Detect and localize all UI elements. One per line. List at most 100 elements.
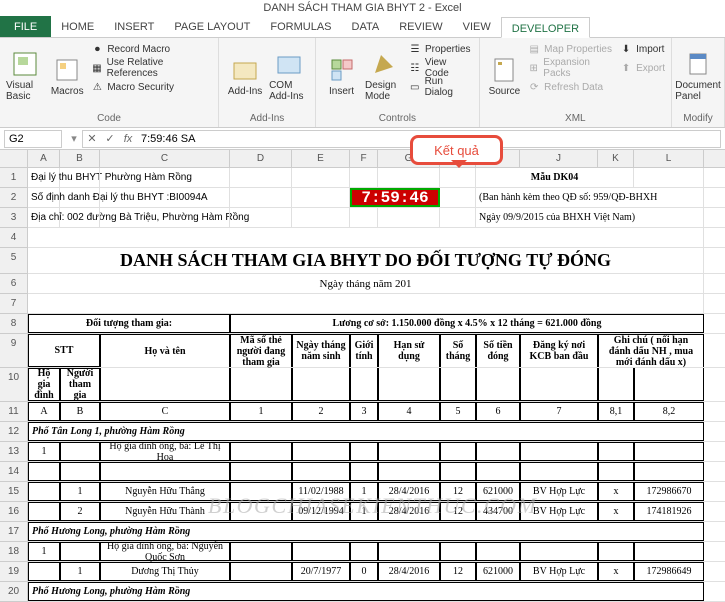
tab-page-layout[interactable]: PAGE LAYOUT [164, 16, 260, 37]
cell[interactable]: 28/4/2016 [378, 482, 440, 501]
row-5[interactable]: 5 [0, 248, 28, 274]
cell[interactable]: 0 [350, 562, 378, 581]
cell[interactable]: 12 [440, 482, 476, 501]
hdr-hoten[interactable]: Họ và tên [100, 334, 230, 367]
fx-icon[interactable]: fx [119, 133, 137, 145]
name-box[interactable] [4, 130, 62, 148]
hdr-hogd[interactable]: Hộ gia đình [28, 368, 60, 401]
col-A[interactable]: A [28, 150, 60, 167]
addins-button[interactable]: Add-Ins [225, 40, 265, 112]
cell[interactable]: 3 [350, 402, 378, 421]
row-4[interactable]: 4 [0, 228, 28, 248]
properties-button[interactable]: ☰Properties [408, 40, 473, 58]
cell[interactable]: BV Hợp Lực [520, 502, 598, 521]
row-16[interactable]: 16 [0, 502, 28, 522]
cell[interactable]: 1 [28, 442, 60, 461]
cancel-formula-icon[interactable]: ✕ [83, 132, 101, 145]
cell[interactable]: Nguyễn Hữu Thành [100, 502, 230, 521]
cell[interactable]: 12 [440, 562, 476, 581]
row-1[interactable]: 1 [0, 168, 28, 188]
relative-refs-button[interactable]: ▦Use Relative References [90, 59, 212, 77]
tab-home[interactable]: HOME [51, 16, 104, 37]
record-macro-button[interactable]: ⏺Record Macro [90, 40, 212, 58]
tab-review[interactable]: REVIEW [389, 16, 452, 37]
macros-button[interactable]: Macros [48, 40, 86, 112]
hdr-stt[interactable]: STT [28, 334, 100, 367]
row-11[interactable]: 11 [0, 402, 28, 422]
cell[interactable]: 2 [292, 402, 350, 421]
col-C[interactable]: C [100, 150, 230, 167]
col-L[interactable]: L [634, 150, 704, 167]
row-15[interactable]: 15 [0, 482, 28, 502]
cell[interactable]: 1 [230, 402, 292, 421]
cell[interactable]: A [28, 402, 60, 421]
row-17[interactable]: 17 [0, 522, 28, 542]
section-3[interactable]: Phố Hương Long, phường Hàm Rồng [28, 582, 704, 601]
cell[interactable]: 28/4/2016 [378, 562, 440, 581]
document-panel-button[interactable]: Document Panel [678, 40, 718, 112]
row-10[interactable]: 10 [0, 368, 28, 402]
hdr-ngaysinh[interactable]: Ngày tháng năm sinh [292, 334, 350, 367]
cell[interactable]: 09/12/1994 [292, 502, 350, 521]
cell[interactable]: 1 [28, 542, 60, 561]
run-dialog-button[interactable]: ▭Run Dialog [408, 78, 473, 96]
cell[interactable]: 172986649 [634, 562, 704, 581]
cell[interactable]: 11/02/1988 [292, 482, 350, 501]
insert-control-button[interactable]: Insert [322, 40, 361, 112]
cell[interactable]: 621000 [476, 482, 520, 501]
cell[interactable]: 8,1 [598, 402, 634, 421]
hdr-maso[interactable]: Mã số thẻ người đang tham gia [230, 334, 292, 367]
hdr-nguoi[interactable]: Người tham gia [60, 368, 100, 401]
macro-security-button[interactable]: ⚠Macro Security [90, 78, 212, 96]
section-1[interactable]: Phố Tân Long 1, phường Hàm Rồng [28, 422, 704, 441]
grid[interactable]: BLOGCHIASEKIENTHUC.COM Đại lý thu BHYT P… [28, 168, 725, 602]
tab-view[interactable]: VIEW [453, 16, 501, 37]
col-B[interactable]: B [60, 150, 100, 167]
enter-formula-icon[interactable]: ✓ [101, 132, 119, 145]
cell[interactable]: Ngày tháng năm 201 [28, 274, 704, 293]
row-19[interactable]: 19 [0, 562, 28, 582]
row-13[interactable]: 13 [0, 442, 28, 462]
cell[interactable]: Hộ gia đình ông, bà: Lê Thị Hoa [100, 442, 230, 461]
cell[interactable]: 172986670 [634, 482, 704, 501]
cell[interactable]: 1 [60, 562, 100, 581]
cell[interactable]: x [598, 562, 634, 581]
cell[interactable]: B [60, 402, 100, 421]
cell[interactable]: C [100, 402, 230, 421]
col-K[interactable]: K [598, 150, 634, 167]
select-all-corner[interactable] [0, 150, 28, 167]
cell[interactable]: 174181926 [634, 502, 704, 521]
tab-data[interactable]: DATA [342, 16, 390, 37]
hdr-sotien[interactable]: Số tiền đóng [476, 334, 520, 367]
cell[interactable]: BV Hợp Lực [520, 562, 598, 581]
tab-developer[interactable]: DEVELOPER [501, 17, 590, 38]
visual-basic-button[interactable]: Visual Basic [6, 40, 44, 112]
cell[interactable]: 2 [60, 502, 100, 521]
hdr-gioi[interactable]: Giới tính [350, 334, 378, 367]
col-D[interactable]: D [230, 150, 292, 167]
cell[interactable]: (Ban hành kèm theo QĐ số: 959/QĐ-BHXH [476, 188, 704, 207]
tab-insert[interactable]: INSERT [104, 16, 164, 37]
cell[interactable]: Đối tượng tham gia: [28, 314, 230, 333]
row-7[interactable]: 7 [0, 294, 28, 314]
row-20[interactable]: 20 [0, 582, 28, 602]
col-J[interactable]: J [520, 150, 598, 167]
row-12[interactable]: 12 [0, 422, 28, 442]
cell[interactable]: 1 [350, 502, 378, 521]
cell[interactable]: Số định danh Đại lý thu BHYT :BI0094A [28, 188, 60, 207]
cell[interactable]: 6 [476, 402, 520, 421]
hdr-dangky[interactable]: Đăng ký nơi KCB ban đầu [520, 334, 598, 367]
cell[interactable]: 1 [350, 482, 378, 501]
row-6[interactable]: 6 [0, 274, 28, 294]
cell[interactable]: 621000 [476, 562, 520, 581]
cell[interactable]: Ngày 09/9/2015 của BHXH Việt Nam) [476, 208, 704, 227]
hdr-han[interactable]: Hạn sử dụng [378, 334, 440, 367]
hdr-ghichu[interactable]: Ghi chú ( nối hạn đánh dấu NH , mua mới … [598, 334, 704, 367]
row-14[interactable]: 14 [0, 462, 28, 482]
cell[interactable]: BV Hợp Lực [520, 482, 598, 501]
tab-file[interactable]: FILE [0, 16, 51, 37]
cell[interactable]: Địa chỉ: 002 đường Bà Triệu, Phường Hàm … [28, 208, 60, 227]
row-3[interactable]: 3 [0, 208, 28, 228]
cell[interactable]: 1 [60, 482, 100, 501]
cell[interactable]: Hộ gia đình ông, bà: Nguyễn Quốc Sơn [100, 542, 230, 561]
